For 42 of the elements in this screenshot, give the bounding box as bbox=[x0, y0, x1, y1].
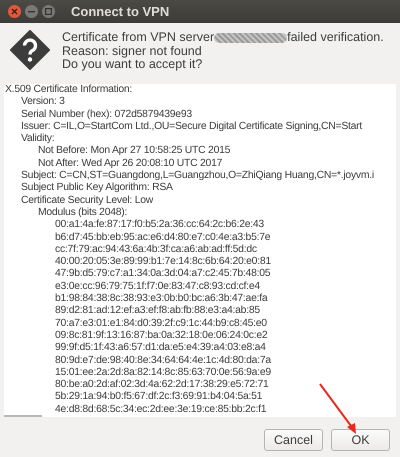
certificate-line: 89:d2:81:ad:12:ef:a3:ef:f8:ab:fb:88:e3:a4:ab:85 bbox=[55, 305, 260, 318]
certificate-line: Validity: bbox=[21, 133, 54, 146]
certificate-line: Issuer: C=IL,O=StartCom Ltd.,OU=Secure Digital Certificate Signing,CN=Start bbox=[21, 120, 362, 134]
maximize-icon bbox=[45, 8, 52, 15]
certificate-line: 15:01:ee:2a:2d:8a:82:14:8c:85:63:70:0e:56:9a:e9 bbox=[55, 366, 271, 380]
certificate-line: Subject Public Key Algorithm: RSA bbox=[21, 182, 173, 195]
message-text: Certificate from VPN server bbox=[62, 31, 214, 44]
close-button[interactable] bbox=[8, 5, 21, 18]
certificate-line: e3:0e:cc:96:79:75:1f:f7:0e:83:47:c8:93:cd:cf:e4 bbox=[55, 280, 260, 294]
certificate-line: 5b:29:1a:94:b0:f5:67:df:2c:f3:69:91:b4:04:5a:51 bbox=[55, 391, 262, 404]
minimize-button[interactable] bbox=[25, 5, 38, 18]
certificate-line: 00:a1:4a:fe:87:17:f0:b5:2a:36:cc:64:2c:b6:2e:43 bbox=[55, 219, 264, 232]
scrollbar-thumb[interactable] bbox=[4, 415, 42, 417]
certificate-line: b6:d7:45:bb:eb:95:ac:e6:d4:80:e7:c0:4e:a3:b5:7e bbox=[55, 232, 270, 244]
certificate-line: Not Before: Mon Apr 27 10:58:25 UTC 2015 bbox=[38, 145, 230, 158]
message-text: Do you want to accept it? bbox=[62, 58, 204, 72]
certificate-line: Not After: Wed Apr 26 20:08:10 UTC 2017 bbox=[38, 158, 222, 170]
dialog-button[interactable]: Cancel bbox=[264, 429, 323, 451]
certificate-line: 80:be:a0:2d:af:02:3d:4a:62:2d:17:38:29:e5:72:71 bbox=[55, 379, 269, 392]
close-icon bbox=[11, 8, 18, 15]
dialog-button[interactable]: OK bbox=[331, 429, 390, 451]
message-text: failed verification. bbox=[287, 31, 384, 44]
certificate-line: 47:9b:d5:79:c7:a1:34:0a:3d:04:a7:c2:45:7b:48:05 bbox=[55, 268, 270, 281]
certificate-line: 09:8c:81:9f:13:16:87:ba:0a:32:18:0e:06:24:0c:e2 bbox=[55, 330, 268, 342]
certificate-line: 70:a7:e3:01:e1:84:d0:39:2f:c9:1c:44:b9:c8:45:e0 bbox=[55, 318, 267, 330]
certificate-line: 80:9d:e7:de:98:40:8e:34:64:64:4e:1c:4d:80:da:7a bbox=[55, 354, 271, 367]
certificate-line: Subject: C=CN,ST=Guangdong,L=Guangzhou,O=ZhiQiang Huang,CN=*.joyvm.i bbox=[21, 170, 374, 182]
certificate-line: X.509 Certificate Information: bbox=[5, 84, 132, 96]
certificate-line: Serial Number (hex): 072d5879439e93 bbox=[21, 108, 192, 121]
certificate-line: 40:00:20:05:3e:89:99:b1:7e:14:8c:6b:64:20:e0:81 bbox=[55, 256, 271, 268]
certificate-line: b1:98:84:38:8c:38:93:e3:0b:b0:bc:a6:3b:47:ae:fa bbox=[55, 293, 268, 306]
minimize-icon bbox=[28, 8, 35, 15]
certificate-line: Certificate Security Level: Low bbox=[21, 194, 154, 207]
window-title: Connect to VPN bbox=[71, 4, 170, 19]
certificate-line: 99:9f:d5:1f:43:a6:57:d1:da:e5:e4:39:a4:03:e8:a4 bbox=[55, 342, 266, 355]
question-icon bbox=[10, 30, 50, 70]
maximize-button[interactable] bbox=[42, 5, 55, 18]
message-text: Reason: signer not found bbox=[62, 44, 203, 58]
certificate-line: 4e:d8:8d:68:5c:34:ec:2d:ee:3e:19:ce:85:bb:2c:f1 bbox=[55, 404, 266, 416]
certificate-line: cc:7f:79:ac:94:43:6a:4b:3f:ca:a6:ab:ad:ff:5d:dc bbox=[55, 244, 257, 256]
certificate-line: Version: 3 bbox=[21, 96, 65, 109]
certificate-line: Modulus (bits 2048): bbox=[38, 206, 128, 220]
